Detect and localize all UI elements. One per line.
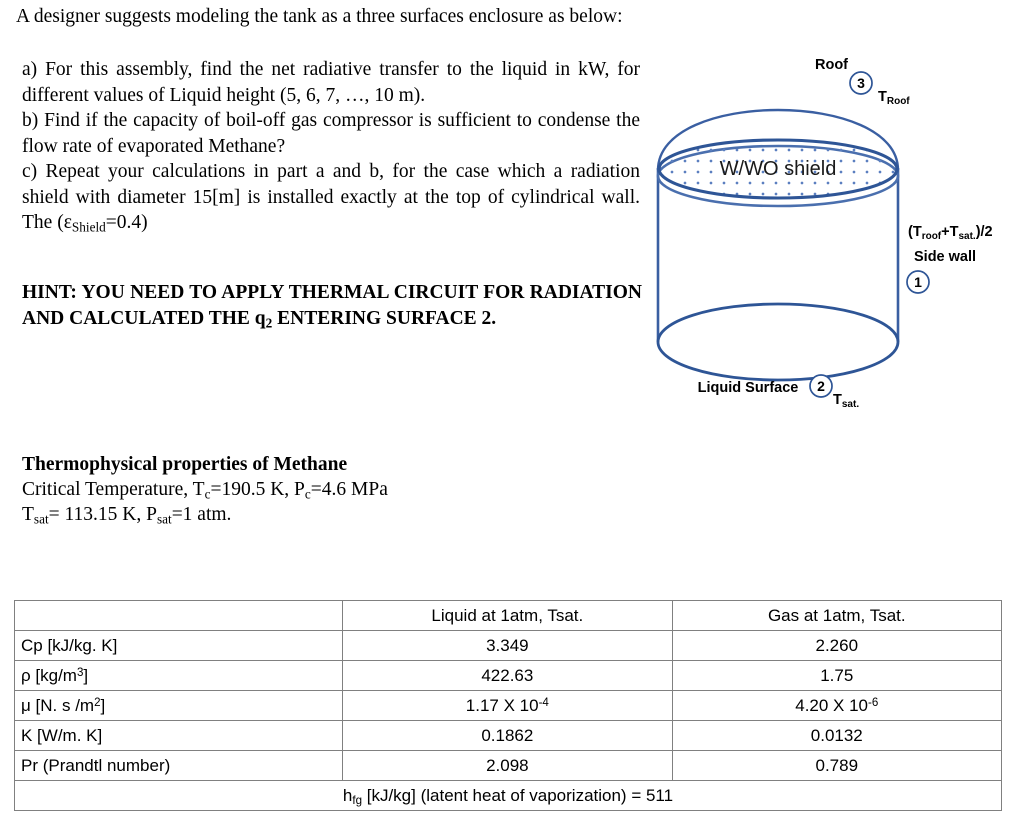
- t-roof-label: TRoof: [878, 89, 910, 107]
- gas-value-cell: 0.789: [671, 750, 1003, 781]
- critical-temperature-line: Critical Temperature, Tc=190.5 K, Pc=4.6…: [22, 477, 582, 502]
- gas-value-cell: 0.0132: [671, 720, 1003, 751]
- gas-value-cell: 1.75: [671, 660, 1003, 691]
- epsilon-symbol: ε: [63, 212, 72, 233]
- methane-properties-table: Liquid at 1atm, Tsat. Gas at 1atm, Tsat.…: [13, 600, 1003, 811]
- question-c-text-2: =0.4): [105, 212, 148, 233]
- unit-exponent: 3: [76, 666, 84, 679]
- liquid-value-cell: 0.1862: [342, 720, 673, 751]
- hint-text: HINT: YOU NEED TO APPLY THERMAL CIRCUIT …: [22, 280, 642, 332]
- psat-value: =1 atm.: [171, 504, 232, 525]
- t-sat-label: Tsat.: [833, 392, 859, 410]
- intro-text: A designer suggests modeling the tank as…: [16, 6, 623, 27]
- table-row: Pr (Prandtl number) 2.098 0.789: [13, 750, 1003, 781]
- hint-block: HINT: YOU NEED TO APPLY THERMAL CIRCUIT …: [22, 280, 642, 332]
- table-row: K [W/m. K] 0.1862 0.0132: [13, 720, 1003, 751]
- saturation-line: Tsat= 113.15 K, Psat=1 atm.: [22, 502, 582, 527]
- value-exponent: -6: [868, 696, 879, 709]
- surface-3-marker: 3: [849, 71, 873, 95]
- header-empty-corner: [13, 600, 344, 631]
- table-row: Cp [kJ/kg. K] 3.349 2.260: [13, 630, 1003, 661]
- property-label-cell: Cp [kJ/kg. K]: [13, 630, 344, 661]
- roof-label: Roof: [815, 57, 848, 73]
- svg-text:3: 3: [857, 75, 865, 91]
- table-row: ρ [kg/m3] 422.63 1.75: [13, 660, 1003, 691]
- methane-properties-block: Thermophysical properties of Methane Cri…: [22, 452, 582, 527]
- critical-pressure-value: =4.6 MPa: [310, 479, 388, 500]
- property-label-cell: ρ [kg/m3]: [13, 660, 344, 691]
- hfg-subscript: fg: [352, 794, 363, 807]
- question-c: c) Repeat your calculations in part a an…: [22, 159, 640, 236]
- tsat-label: T: [22, 504, 34, 525]
- table-header-row: Liquid at 1atm, Tsat. Gas at 1atm, Tsat.: [13, 600, 1003, 631]
- question-a: a) For this assembly, find the net radia…: [22, 59, 640, 106]
- svg-text:2: 2: [817, 378, 825, 394]
- properties-title: Thermophysical properties of Methane: [22, 454, 348, 475]
- sidewall-label: Side wall: [914, 249, 976, 265]
- bottom-ellipse-liquid-surface: [656, 302, 900, 382]
- svg-text:1: 1: [914, 274, 922, 290]
- property-label-cell: K [W/m. K]: [13, 720, 344, 751]
- property-label-cell: Pr (Prandtl number): [13, 750, 344, 781]
- hfg-text: [kJ/kg] (latent heat of vaporization) = …: [362, 785, 674, 805]
- gas-value-cell: 2.260: [671, 630, 1003, 661]
- psat-sub: sat: [156, 511, 172, 527]
- table-footer-row: hfg [kJ/kg] (latent heat of vaporization…: [14, 780, 1002, 811]
- liquid-surface-label: Liquid Surface: [698, 380, 799, 396]
- property-label-cell: μ [N. s /m2]: [13, 690, 344, 721]
- table-row: μ [N. s /m2] 1.17 X 10-4 4.20 X 10-6: [13, 690, 1003, 721]
- liquid-value-cell: 422.63: [342, 660, 673, 691]
- critical-temp-label: Critical Temperature, T: [22, 479, 205, 500]
- sidewall-temperature-label: (Troof+Tsat.)/2: [908, 224, 993, 242]
- critical-pressure-label: =190.5 K, P: [210, 479, 305, 500]
- hfg-symbol: h: [342, 785, 353, 805]
- tank-enclosure-diagram: W/WO shield Roof 3 TRoof (Troof+Tsat.)/2…: [630, 48, 1024, 423]
- liquid-value-cell: 3.349: [342, 630, 673, 661]
- epsilon-subscript: Shield: [71, 219, 106, 235]
- value-exponent: -4: [538, 696, 549, 709]
- header-liquid: Liquid at 1atm, Tsat.: [342, 600, 673, 631]
- tsat-sub: sat: [33, 511, 49, 527]
- hint-text-after: ENTERING SURFACE 2.: [272, 308, 497, 329]
- question-b: b) Find if the capacity of boil-off gas …: [22, 110, 640, 157]
- surface-2-marker: 2: [809, 374, 833, 398]
- gas-value-cell: 4.20 X 10-6: [671, 690, 1003, 721]
- unit-exponent: 2: [94, 696, 101, 709]
- surface-1-marker: 1: [906, 270, 930, 294]
- liquid-value-cell: 1.17 X 10-4: [342, 690, 673, 721]
- liquid-value-cell: 2.098: [342, 750, 673, 781]
- question-list: a) For this assembly, find the net radia…: [22, 57, 640, 236]
- header-gas: Gas at 1atm, Tsat.: [671, 600, 1003, 631]
- intro-statement: A designer suggests modeling the tank as…: [16, 4, 676, 30]
- shield-label: W/WO shield: [720, 158, 837, 180]
- hint-q-symbol: q: [254, 308, 266, 329]
- psat-label: = 113.15 K, P: [48, 504, 157, 525]
- latent-heat-cell: hfg [kJ/kg] (latent heat of vaporization…: [14, 780, 1002, 811]
